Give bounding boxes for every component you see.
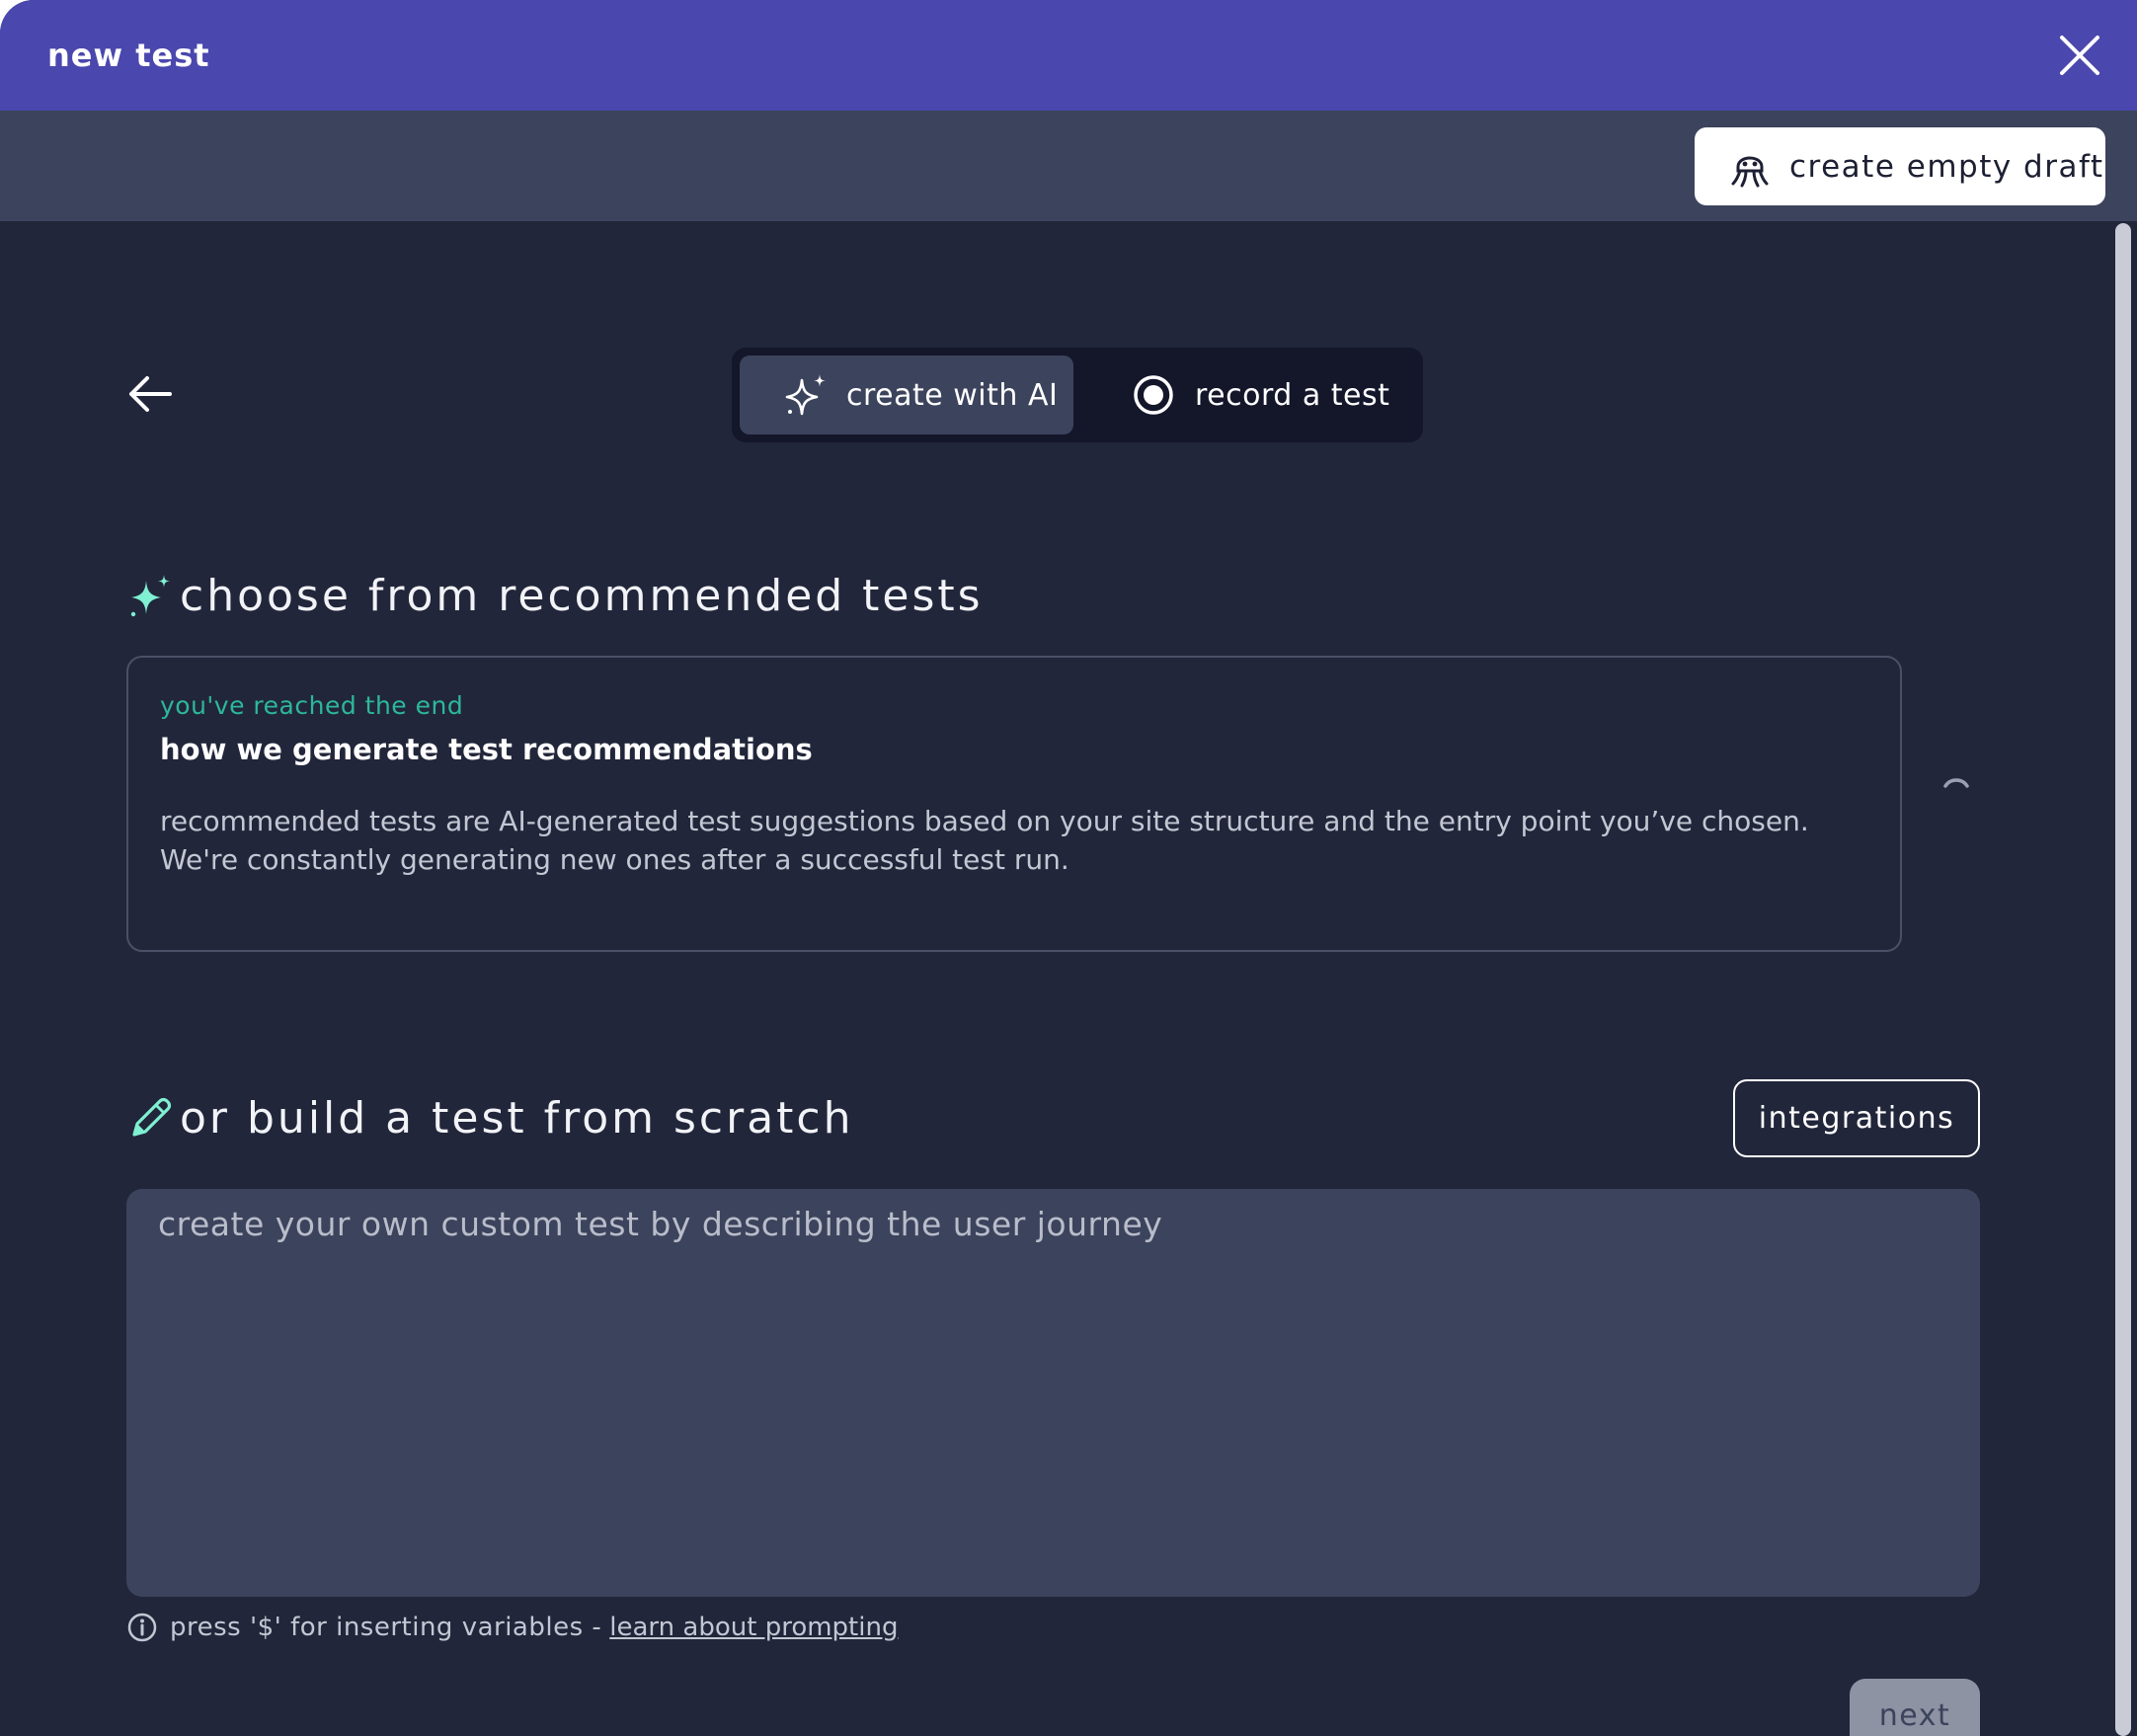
back-arrow-icon[interactable] [126, 373, 174, 415]
test-description-input[interactable]: create your own custom test by describin… [126, 1189, 1980, 1597]
next-button[interactable]: next [1850, 1679, 1980, 1736]
recommended-heading-text: choose from recommended tests [180, 571, 984, 621]
modal-header: new test [0, 0, 2137, 111]
close-icon[interactable] [2058, 34, 2101, 77]
tab-record-a-test[interactable]: record a test [1132, 355, 1414, 434]
scratch-heading-text: or build a test from scratch [180, 1093, 854, 1144]
recommendation-card-body: recommended tests are AI-generated test … [160, 805, 1809, 876]
test-description-placeholder: create your own custom test by describin… [158, 1205, 1163, 1243]
integrations-button[interactable]: integrations [1733, 1079, 1980, 1157]
scratch-heading: or build a test from scratch [126, 1093, 854, 1144]
create-empty-draft-button[interactable]: create empty draft [1695, 127, 2105, 205]
learn-about-prompting-link[interactable]: learn about prompting [609, 1613, 898, 1642]
pencil-icon [132, 1097, 172, 1137]
prompt-hint: press '$' for inserting variables - lear… [126, 1612, 898, 1643]
tab-create-with-ai[interactable]: create with AI [740, 355, 1073, 434]
create-empty-draft-label: create empty draft [1789, 148, 2104, 185]
end-of-list-status: you've reached the end [160, 691, 464, 720]
info-icon [127, 1613, 157, 1642]
scrollbar-thumb[interactable] [2115, 223, 2131, 1736]
new-test-modal: new test create empty draft create with … [0, 0, 2137, 1736]
sparkles-icon [130, 574, 170, 616]
loading-spinner-icon [1943, 778, 1969, 788]
tab-record-a-test-label: record a test [1195, 377, 1390, 413]
recommendation-card-title: how we generate test recommendations [160, 733, 813, 766]
tab-create-with-ai-label: create with AI [846, 377, 1059, 413]
record-icon [1134, 375, 1173, 415]
octopus-icon [1731, 156, 1769, 187]
prompt-hint-text: press '$' for inserting variables - [170, 1613, 602, 1642]
modal-title: new test [47, 37, 210, 74]
recommended-heading: choose from recommended tests [126, 571, 984, 621]
sparkles-icon [785, 374, 826, 416]
